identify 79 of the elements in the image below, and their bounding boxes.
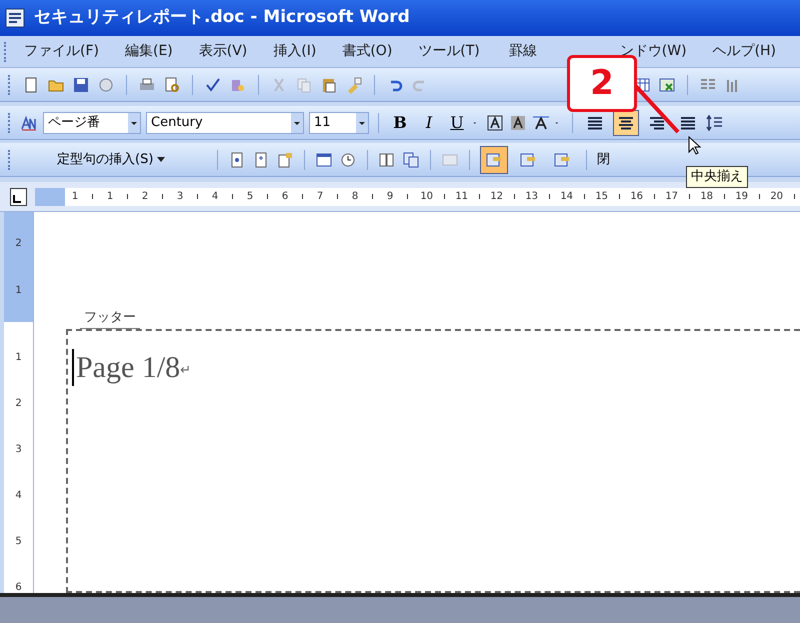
- switch-header-footer-icon: [519, 150, 537, 168]
- ruler-number: 1: [15, 350, 22, 365]
- menu-item[interactable]: ヘルプ(H): [712, 41, 776, 62]
- page-setup-icon[interactable]: [378, 150, 396, 168]
- footer-label: フッター: [80, 308, 140, 328]
- underline-button[interactable]: U: [446, 110, 468, 134]
- ruler-number: 11: [455, 190, 468, 204]
- ruler-number: 15: [595, 190, 608, 204]
- ruler-number: 18: [700, 190, 714, 204]
- character-shading-icon[interactable]: [509, 114, 527, 132]
- menu-item[interactable]: 書式(O): [342, 41, 392, 62]
- spreadsheet-icon[interactable]: [658, 76, 676, 94]
- tooltip: 中央揃え: [686, 166, 748, 188]
- caret-icon: [157, 156, 166, 162]
- print-preview-icon[interactable]: [163, 76, 181, 94]
- date-icon[interactable]: [315, 150, 333, 168]
- footer-text: Page 1/8: [72, 348, 180, 386]
- menu-item[interactable]: 挿入(I): [273, 41, 316, 62]
- menu-item[interactable]: 表示(V): [198, 41, 248, 62]
- ruler-number: 7: [316, 190, 324, 204]
- switch-header-footer-icon: [485, 150, 503, 168]
- permission-icon[interactable]: [97, 76, 115, 94]
- ruler-number: 12: [490, 190, 504, 204]
- ruler-number: 3: [176, 190, 184, 204]
- paragraph-mark: ↵: [180, 362, 192, 380]
- style-dropdown[interactable]: ページ番: [43, 112, 141, 134]
- save-icon[interactable]: [72, 76, 90, 94]
- document-icon: [4, 7, 26, 29]
- ruler-number: 14: [560, 190, 574, 204]
- ruler-number: 17: [665, 190, 678, 204]
- font-dropdown[interactable]: Century: [146, 112, 304, 134]
- character-border-icon[interactable]: [486, 114, 504, 132]
- ruler-number: 6: [282, 190, 288, 204]
- ruler-number: 6: [15, 581, 22, 596]
- ruler-number: 2: [15, 396, 22, 411]
- ruler-number: 5: [15, 535, 22, 550]
- bold-button[interactable]: B: [388, 110, 412, 134]
- font-size-dropdown[interactable]: 11: [309, 112, 369, 134]
- font-size-value: 11: [313, 114, 332, 132]
- ruler-number: 5: [246, 190, 254, 204]
- ruler-number: 19: [735, 190, 748, 204]
- autotext-dropdown[interactable]: 定型句の挿入(S): [57, 150, 207, 170]
- mouse-cursor-icon: [688, 136, 702, 156]
- window-title: セキュリティレポート.doc - Microsoft Word: [34, 6, 410, 30]
- character-scaling-icon[interactable]: [532, 114, 550, 132]
- line-spacing-icon[interactable]: [706, 114, 724, 132]
- ruler-number: 1: [72, 190, 78, 204]
- ruler-number: 10: [420, 190, 434, 204]
- callout-number: 2: [590, 62, 614, 105]
- ruler-number: 8: [352, 190, 358, 204]
- ruler-number: 20: [770, 190, 784, 204]
- tab-selector-button[interactable]: [10, 188, 27, 206]
- menu-item[interactable]: ツール(T): [418, 41, 480, 62]
- format-page-number-icon[interactable]: [276, 150, 294, 168]
- ruler-number: 1: [15, 284, 22, 298]
- italic-button[interactable]: I: [417, 110, 441, 134]
- style-value: ページ番: [47, 114, 101, 132]
- spelling-check-icon[interactable]: [204, 76, 222, 94]
- clock-icon[interactable]: [339, 150, 357, 168]
- close-button[interactable]: 閉: [597, 150, 610, 170]
- ruler-margin: [35, 188, 65, 206]
- ruler-number: 16: [630, 190, 644, 204]
- menu-item[interactable]: 編集(E): [124, 41, 173, 62]
- ruler-number: 2: [142, 190, 148, 204]
- ruler-number: 1: [106, 190, 114, 204]
- font-value: Century: [150, 114, 204, 132]
- menu-item[interactable]: 罫線: [508, 41, 537, 62]
- align-button[interactable]: [613, 110, 639, 136]
- header-footer-toggle[interactable]: [480, 146, 508, 174]
- switch-header-footer-icon: [553, 150, 571, 168]
- show-document-icon[interactable]: [402, 150, 420, 168]
- styles-icon[interactable]: [20, 114, 38, 132]
- menu-item[interactable]: ファイル(F): [24, 41, 99, 62]
- ruler-number: 9: [386, 190, 394, 204]
- ruler-number: 4: [212, 190, 218, 204]
- ruler-number: 3: [15, 442, 22, 457]
- ruler-number: 13: [525, 190, 538, 204]
- ruler-number: 2: [15, 237, 22, 251]
- ruler-number: 4: [15, 489, 22, 504]
